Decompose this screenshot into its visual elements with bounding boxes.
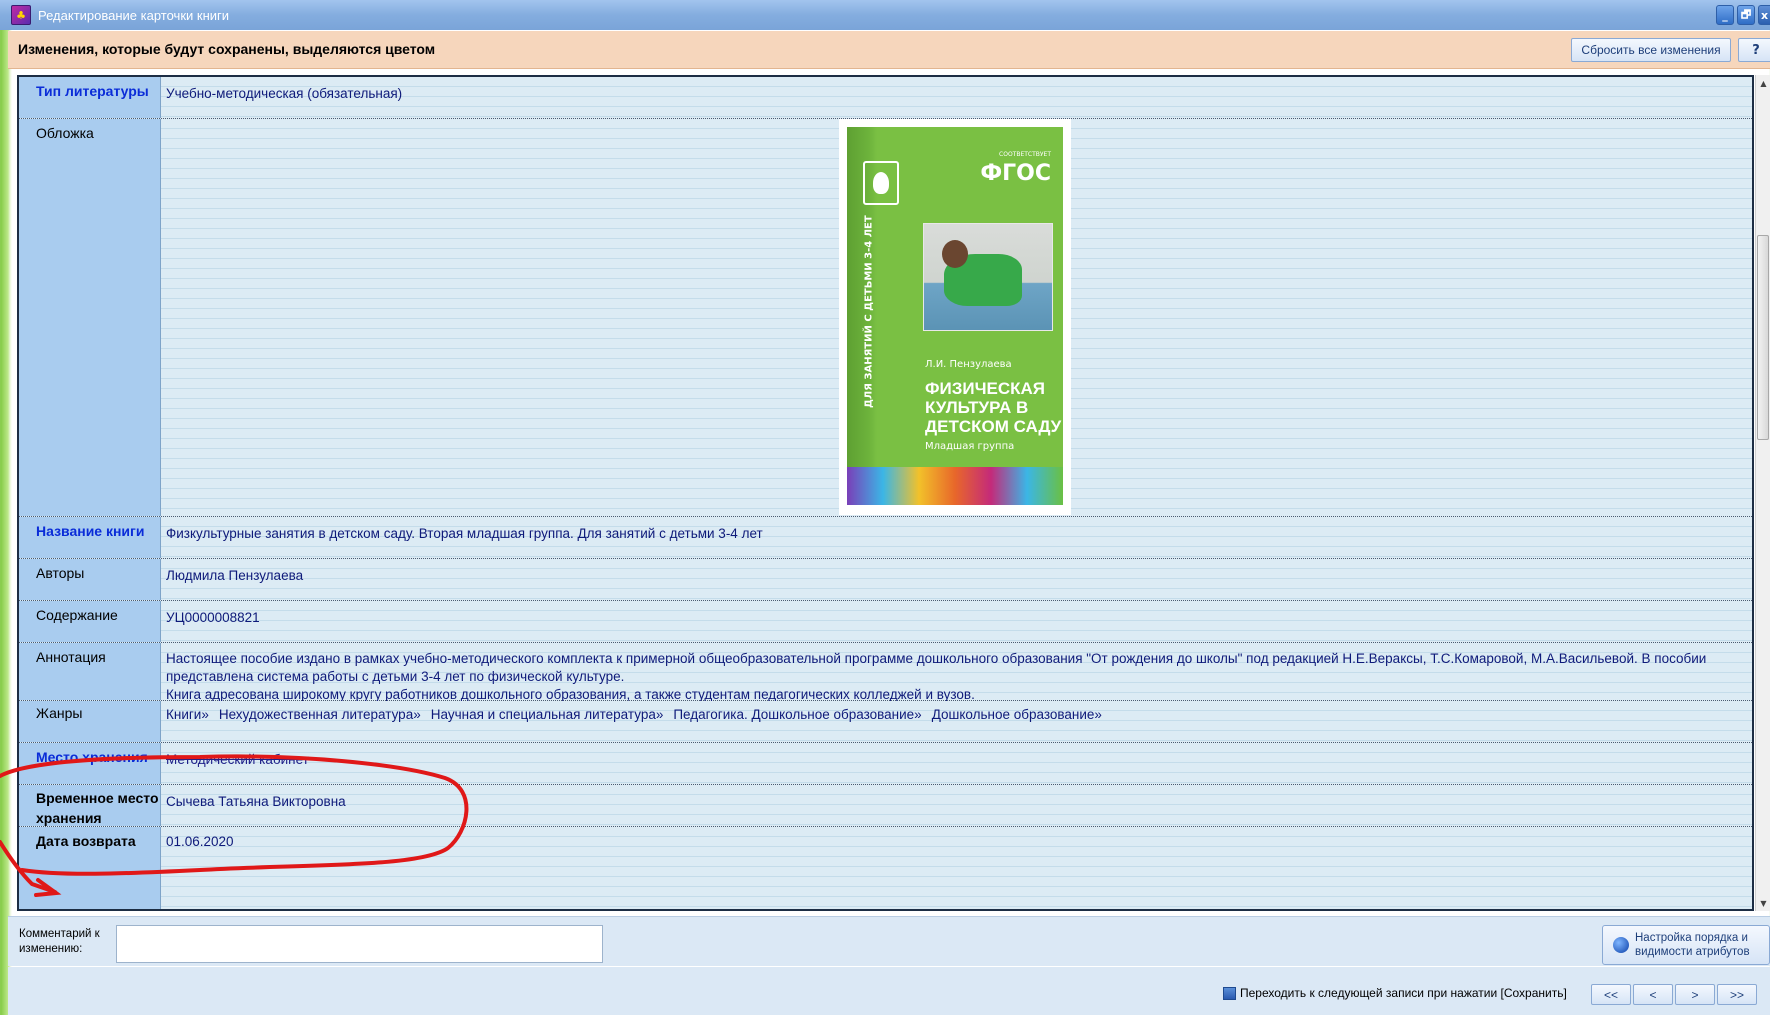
cover-photo (923, 223, 1053, 331)
genres-value[interactable]: Книги» Нехудожественная литература» Научна… (166, 705, 1744, 724)
attribute-settings-label: Настройка порядка и видимости атрибутов (1635, 932, 1750, 958)
title-bar: ♣ Редактирование карточки книги _ 🗗 x (0, 0, 1770, 30)
cover-group: Младшая группа (925, 441, 1015, 452)
scroll-up-icon[interactable]: ▲ (1756, 75, 1770, 91)
cover-photo-head (942, 240, 968, 268)
storage-label: Место хранения (19, 743, 161, 784)
next-record-checkbox[interactable] (1223, 987, 1236, 1000)
comment-label: Комментарий к изменению: (19, 928, 100, 955)
temp-storage-label: Временное место хранения (19, 785, 161, 826)
cover-pattern (847, 467, 1063, 505)
book-cover-image[interactable]: ДЛЯ ЗАНЯТИЙ С ДЕТЬМИ 3-4 ЛЕТ СООТВЕТСТВУ… (839, 119, 1071, 515)
row-book-title[interactable]: Название книги Физкультурные занятия в д… (19, 517, 1752, 559)
row-lit-type[interactable]: Тип литературы Учебно-методическая (обяз… (19, 77, 1752, 119)
bottom-navigation-bar: Переходить к следующей записи при нажати… (8, 967, 1770, 1015)
comment-input[interactable] (116, 925, 603, 963)
grid-scrollbar[interactable]: ▲ ▼ (1755, 75, 1770, 911)
changes-notice-bar: Изменения, которые будут сохранены, выде… (8, 31, 1770, 69)
cover-fgos: ФГОС (980, 161, 1051, 186)
contents-label: Содержание (19, 601, 161, 642)
scroll-down-icon[interactable]: ▼ (1756, 895, 1770, 911)
row-storage[interactable]: Место хранения Методический кабинет (19, 743, 1752, 785)
app-icon: ♣ (11, 5, 31, 25)
annotation-label: Аннотация (19, 643, 161, 700)
genre-item[interactable]: Книги» (166, 707, 209, 722)
cover-fgos-caption: СООТВЕТСТВУЕТ (999, 151, 1051, 158)
first-record-button[interactable]: << (1591, 984, 1631, 1005)
row-return-date[interactable]: Дата возврата 01.06.2020 (19, 827, 1752, 909)
lit-type-value[interactable]: Учебно-методическая (обязательная) (166, 84, 1744, 103)
return-date-value[interactable]: 01.06.2020 (166, 832, 1744, 851)
next-record-checkbox-label[interactable]: Переходить к следующей записи при нажати… (1240, 986, 1567, 1000)
genre-item[interactable]: Педагогика. Дошкольное образование» (673, 707, 921, 722)
prev-record-button[interactable]: < (1633, 984, 1673, 1005)
authors-label: Авторы (19, 559, 161, 600)
record-navigation: << < > >> (1591, 984, 1757, 1005)
genre-item[interactable]: Научная и специальная литература» (431, 707, 664, 722)
genres-label: Жанры (19, 701, 161, 742)
return-date-label: Дата возврата (19, 827, 161, 909)
row-contents[interactable]: Содержание УЦ0000008821 (19, 601, 1752, 643)
last-record-button[interactable]: >> (1717, 984, 1757, 1005)
genre-item[interactable]: Дошкольное образование» (932, 707, 1102, 722)
cover-label: Обложка (19, 119, 161, 516)
row-annotation[interactable]: Аннотация Настоящее пособие издано в рам… (19, 643, 1752, 704)
close-icon[interactable]: x (1758, 5, 1770, 25)
restore-icon[interactable]: 🗗 (1737, 5, 1755, 25)
minimize-icon[interactable]: _ (1716, 5, 1734, 25)
cover-art: ДЛЯ ЗАНЯТИЙ С ДЕТЬМИ 3-4 ЛЕТ СООТВЕТСТВУ… (847, 127, 1063, 505)
scroll-thumb[interactable] (1757, 235, 1769, 440)
row-authors[interactable]: Авторы Людмила Пензулаева (19, 559, 1752, 601)
reset-all-changes-button[interactable]: Сбросить все изменения (1571, 38, 1731, 62)
genre-item[interactable]: Нехудожественная литература» (219, 707, 421, 722)
lit-type-label: Тип литературы (19, 77, 161, 118)
temp-storage-value[interactable]: Сычева Татьяна Викторовна (166, 792, 1744, 811)
contents-value[interactable]: УЦ0000008821 (166, 608, 1744, 627)
annotation-line-1: Настоящее пособие издано в рамках учебно… (166, 651, 1707, 684)
window-controls: _ 🗗 x (1716, 5, 1770, 25)
window-title: Редактирование карточки книги (38, 7, 230, 23)
annotation-value[interactable]: Настоящее пособие издано в рамках учебно… (166, 650, 1744, 704)
help-button[interactable]: ? (1738, 38, 1770, 62)
cover-spine-text: ДЛЯ ЗАНЯТИЙ С ДЕТЬМИ 3-4 ЛЕТ (863, 215, 875, 409)
row-cover[interactable]: Обложка ДЛЯ ЗАНЯТИЙ С ДЕТЬМИ 3-4 ЛЕТ СОО… (19, 119, 1752, 517)
storage-value[interactable]: Методический кабинет (166, 750, 1744, 769)
changes-notice-text: Изменения, которые будут сохранены, выде… (18, 41, 436, 57)
book-properties-grid: Тип литературы Учебно-методическая (обяз… (17, 75, 1754, 911)
book-title-value[interactable]: Физкультурные занятия в детском саду. Вт… (166, 524, 1744, 543)
row-temp-storage[interactable]: Временное место хранения Сычева Татьяна … (19, 785, 1752, 827)
next-record-button[interactable]: > (1675, 984, 1715, 1005)
comment-panel: Комментарий к изменению: Настройка поряд… (8, 916, 1770, 966)
attribute-settings-button[interactable]: Настройка порядка и видимости атрибутов (1602, 925, 1770, 965)
cover-author: Л.И. Пензулаева (925, 359, 1012, 370)
book-title-label: Название книги (19, 517, 161, 558)
authors-value[interactable]: Людмила Пензулаева (166, 566, 1744, 585)
cover-title: ФИЗИЧЕСКАЯ КУЛЬТУРА В ДЕТСКОМ САДУ (925, 379, 1062, 436)
row-genres[interactable]: Жанры Книги» Нехудожественная литература»… (19, 701, 1752, 743)
settings-sphere-icon (1613, 937, 1629, 953)
